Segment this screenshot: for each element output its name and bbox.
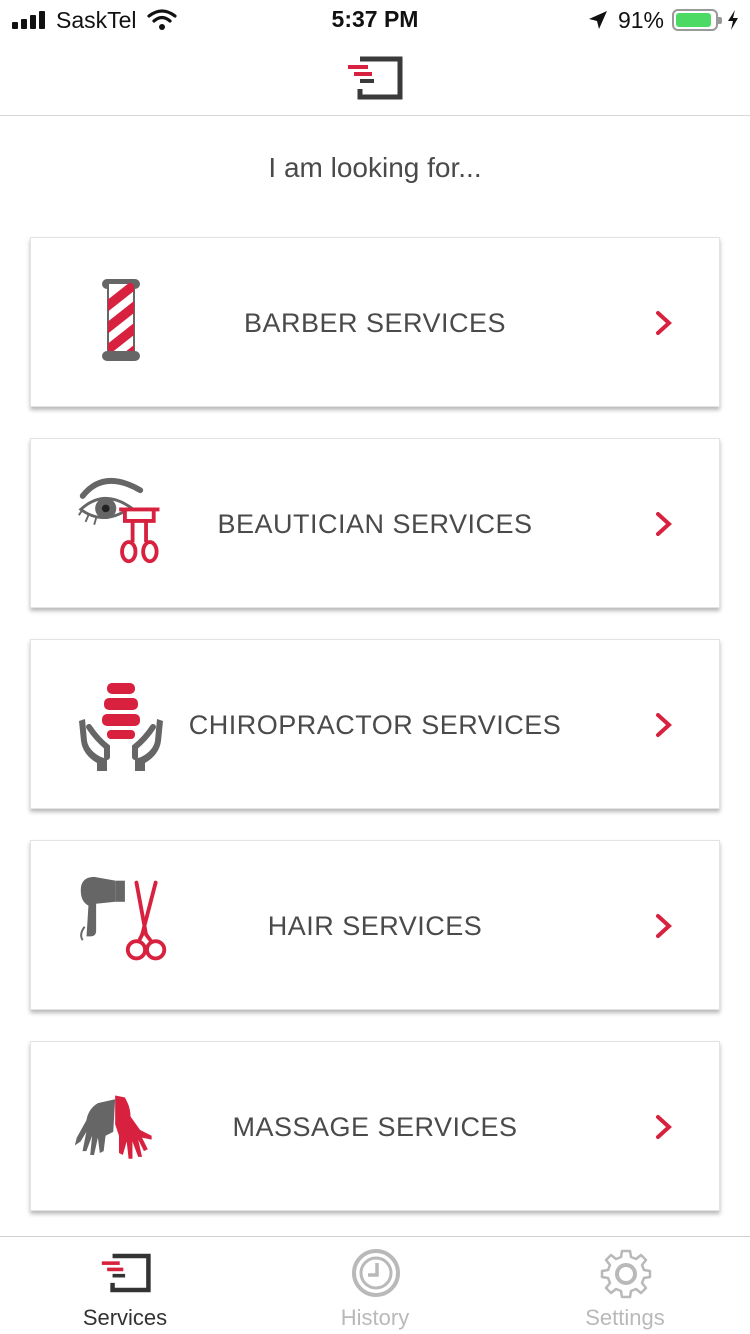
tab-label: Services — [82, 1305, 168, 1330]
gear-icon — [600, 1249, 652, 1299]
tab-bar: Services History Settings — [0, 1236, 750, 1334]
nav-header — [0, 40, 750, 116]
clock-icon — [352, 1249, 400, 1297]
chevron-right-icon — [656, 512, 672, 536]
app-logo-icon — [348, 56, 403, 100]
chevron-right-icon — [656, 311, 672, 335]
chevron-right-icon — [656, 1115, 672, 1139]
service-card-chiropractor[interactable]: CHIROPRACTOR SERVICES — [30, 639, 720, 809]
battery-percent: 91% — [617, 6, 664, 33]
tab-label: History — [340, 1305, 410, 1330]
service-label: BEAUTICIAN SERVICES — [217, 509, 533, 539]
battery-fill — [676, 13, 711, 27]
service-label: CHIROPRACTOR SERVICES — [188, 710, 562, 740]
service-list: BARBER SERVICES BEAUTICIAN SERVICES CHIR… — [30, 237, 720, 1242]
charging-bolt-icon — [728, 10, 738, 30]
tab-services[interactable]: Services — [0, 1237, 250, 1334]
tab-label: Settings — [585, 1305, 665, 1330]
service-card-massage[interactable]: MASSAGE SERVICES — [30, 1041, 720, 1211]
chevron-right-icon — [656, 713, 672, 737]
status-bar-right: 91% — [588, 6, 740, 34]
tab-history[interactable]: History — [250, 1237, 500, 1334]
chevron-right-icon — [656, 914, 672, 938]
service-card-hair[interactable]: HAIR SERVICES — [30, 840, 720, 1010]
services-logo-icon — [101, 1253, 151, 1293]
status-bar: SaskTel 5:37 PM 91% — [0, 0, 750, 40]
service-label: MASSAGE SERVICES — [232, 1112, 518, 1142]
service-label: HAIR SERVICES — [267, 911, 483, 941]
location-arrow-icon — [588, 11, 607, 29]
tab-settings[interactable]: Settings — [500, 1237, 750, 1334]
service-card-beautician[interactable]: BEAUTICIAN SERVICES — [30, 438, 720, 608]
service-card-barber[interactable]: BARBER SERVICES — [30, 237, 720, 407]
battery-icon — [672, 9, 722, 31]
prompt-heading: I am looking for... — [268, 152, 482, 183]
service-label: BARBER SERVICES — [243, 308, 507, 338]
